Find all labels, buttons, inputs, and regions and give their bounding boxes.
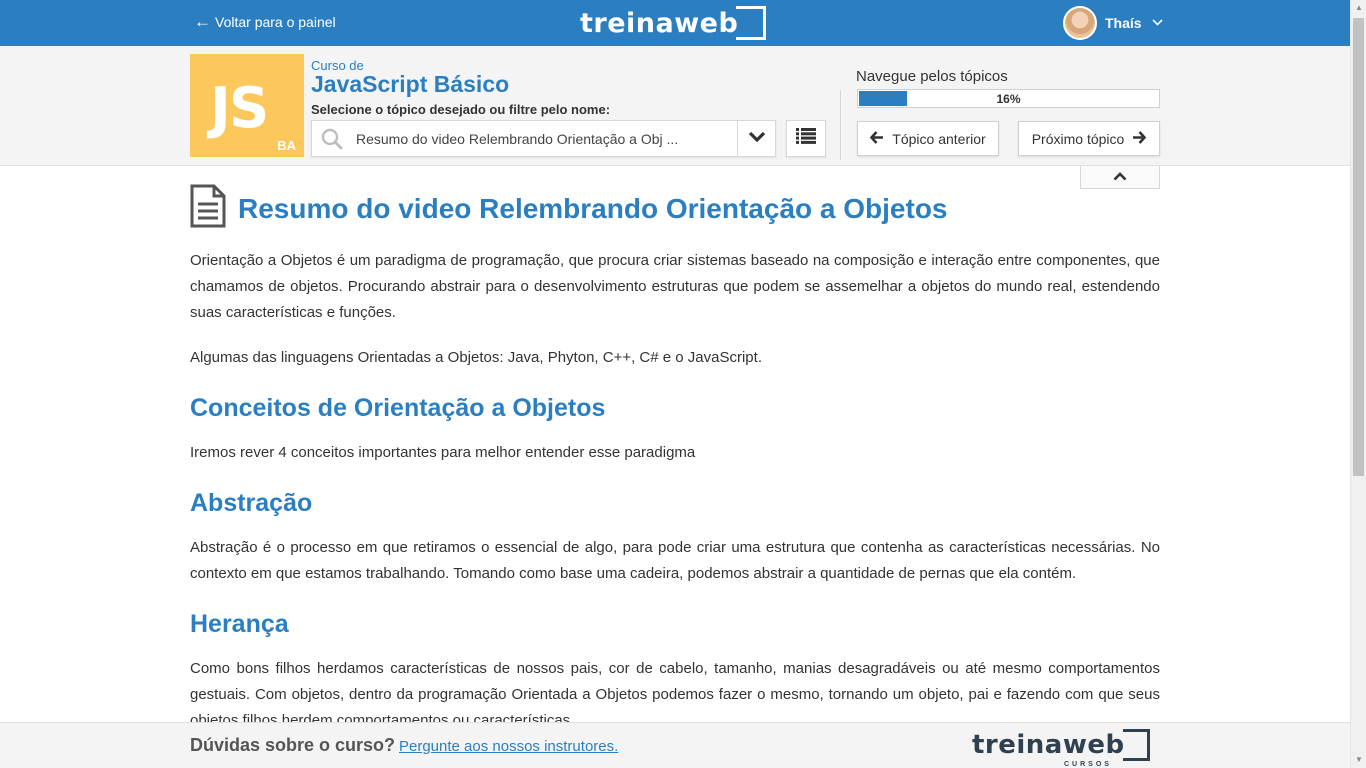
chevron-down-icon [1152, 17, 1163, 29]
scroll-down-arrow-icon[interactable]: ▼ [1351, 752, 1366, 768]
logo-mark [736, 6, 767, 40]
search-icon [312, 121, 352, 156]
topic-dropdown-button[interactable] [737, 121, 775, 156]
document-icon [190, 184, 226, 233]
next-topic-label: Próximo tópico [1031, 130, 1125, 147]
footer-question: Dúvidas sobre o curso? [190, 735, 396, 755]
header-divider [840, 90, 841, 160]
article-title: Resumo do video Relembrando Orientação a… [238, 192, 948, 224]
navigation-title: Navegue pelos tópicos [856, 68, 1008, 85]
topic-select-hint: Selecione o tópico desejado ou filtre pe… [311, 102, 611, 117]
progress-label: 16% [996, 92, 1021, 106]
back-to-dashboard-link[interactable]: ← Voltar para o painel [194, 12, 336, 31]
paragraph-languages: Algumas das linguagens Orientadas a Obje… [190, 349, 762, 366]
course-badge: JS BA [190, 54, 304, 157]
top-bar: ← Voltar para o painel treinaweb Thaís [0, 0, 1350, 46]
list-icon [796, 128, 816, 149]
course-progress-bar: 16% [857, 89, 1160, 108]
article-content: Resumo do video Relembrando Orientação a… [190, 166, 1160, 722]
heading-inheritance: Herança [190, 610, 289, 638]
arrow-right-icon [1132, 130, 1147, 147]
heading-concepts: Conceitos de Orientação a Objetos [190, 394, 606, 422]
user-name: Thaís [1105, 15, 1142, 31]
next-topic-button[interactable]: Próximo tópico [1018, 121, 1160, 156]
back-link-label: Voltar para o painel [215, 14, 336, 30]
topic-list-button[interactable] [786, 120, 826, 157]
previous-topic-label: Tópico anterior [892, 130, 986, 147]
treinaweb-logo[interactable]: treinaweb [580, 5, 767, 41]
scroll-up-arrow-icon[interactable]: ▲ [1351, 0, 1366, 16]
page-scrollbar[interactable]: ▲ ▼ [1350, 0, 1366, 768]
paragraph-concepts: Iremos rever 4 conceitos importantes par… [190, 444, 696, 461]
treinaweb-footer-logo: treinaweb CURSOS [972, 729, 1150, 768]
footer-logo-sub: CURSOS [1064, 761, 1112, 768]
chevron-down-icon [748, 130, 766, 148]
article-title-row: Resumo do video Relembrando Orientação a… [190, 184, 948, 233]
topic-select-value[interactable]: Resumo do video Relembrando Orientação a… [352, 131, 737, 147]
ask-instructors-link[interactable]: Pergunte aos nossos instrutores. [399, 738, 618, 755]
previous-topic-button[interactable]: Tópico anterior [857, 121, 999, 156]
arrow-left-icon: ← [194, 12, 211, 31]
arrow-left-icon [870, 130, 884, 147]
paragraph-inheritance: Como bons filhos herdamos característica… [190, 660, 1160, 722]
paragraph-abstraction: Abstração é o processo em que retiramos … [190, 539, 1160, 582]
paragraph-intro: Orientação a Objetos é um paradigma de p… [190, 252, 1160, 321]
course-header: JS BA Curso de JavaScript Básico Selecio… [0, 46, 1350, 166]
footer-logo-text: treinaweb [972, 730, 1125, 760]
avatar [1063, 6, 1097, 40]
scrollbar-thumb[interactable] [1353, 18, 1364, 476]
logo-text: treinaweb [580, 7, 739, 39]
course-title: JavaScript Básico [311, 71, 510, 97]
user-menu[interactable]: Thaís [1063, 6, 1163, 40]
footer-logo-mark [1122, 729, 1150, 761]
course-badge-sub: BA [277, 138, 296, 153]
course-badge-main: JS [210, 76, 269, 141]
topic-select[interactable]: Resumo do video Relembrando Orientação a… [311, 120, 776, 157]
heading-abstraction: Abstração [190, 489, 313, 517]
footer-bar: Dúvidas sobre o curso? Pergunte aos noss… [0, 722, 1350, 768]
